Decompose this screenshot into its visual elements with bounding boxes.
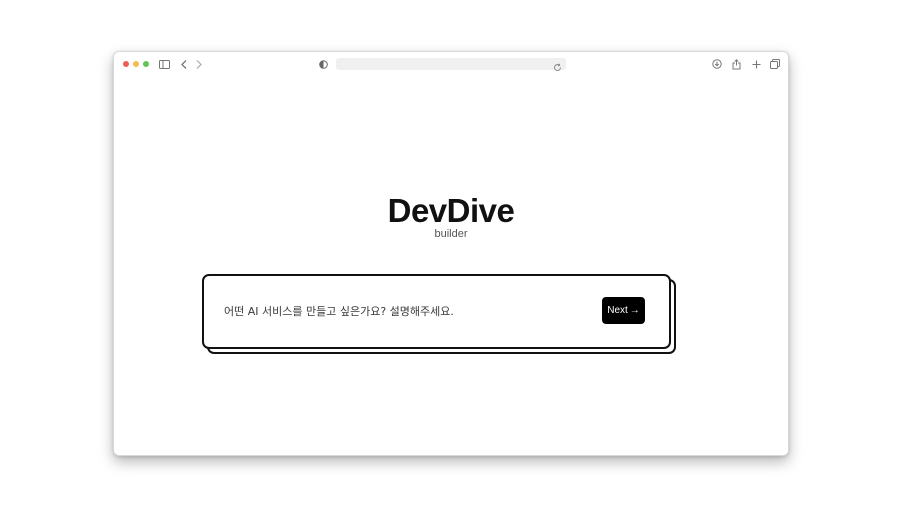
service-description-input[interactable] [224, 301, 584, 321]
next-button[interactable]: Next → [602, 297, 645, 324]
tabs-overview-icon[interactable] [769, 58, 781, 70]
sidebar-icon[interactable] [158, 58, 170, 70]
chevron-left-icon[interactable] [178, 58, 190, 70]
reload-icon[interactable] [553, 59, 563, 71]
close-window-button[interactable] [123, 61, 129, 67]
privacy-shield-icon[interactable] [317, 58, 329, 70]
brand-header: DevDive builder [114, 192, 788, 241]
chevron-right-icon[interactable] [193, 58, 205, 70]
prompt-card: Next → [202, 274, 671, 349]
browser-toolbar [114, 52, 788, 75]
brand-title: DevDive [387, 192, 515, 229]
minimize-window-button[interactable] [133, 61, 139, 67]
plus-icon[interactable] [750, 58, 762, 70]
page-content: DevDive builder Next → [114, 75, 788, 455]
arrow-right-icon: → [629, 305, 640, 316]
download-icon[interactable] [711, 58, 723, 70]
next-button-label: Next [607, 305, 628, 316]
address-bar[interactable] [336, 58, 566, 71]
screen: DevDive builder Next → [0, 0, 900, 506]
share-icon[interactable] [730, 58, 742, 70]
zoom-window-button[interactable] [143, 61, 149, 67]
brand-subtitle: builder [434, 228, 468, 240]
browser-window: DevDive builder Next → [113, 51, 789, 456]
